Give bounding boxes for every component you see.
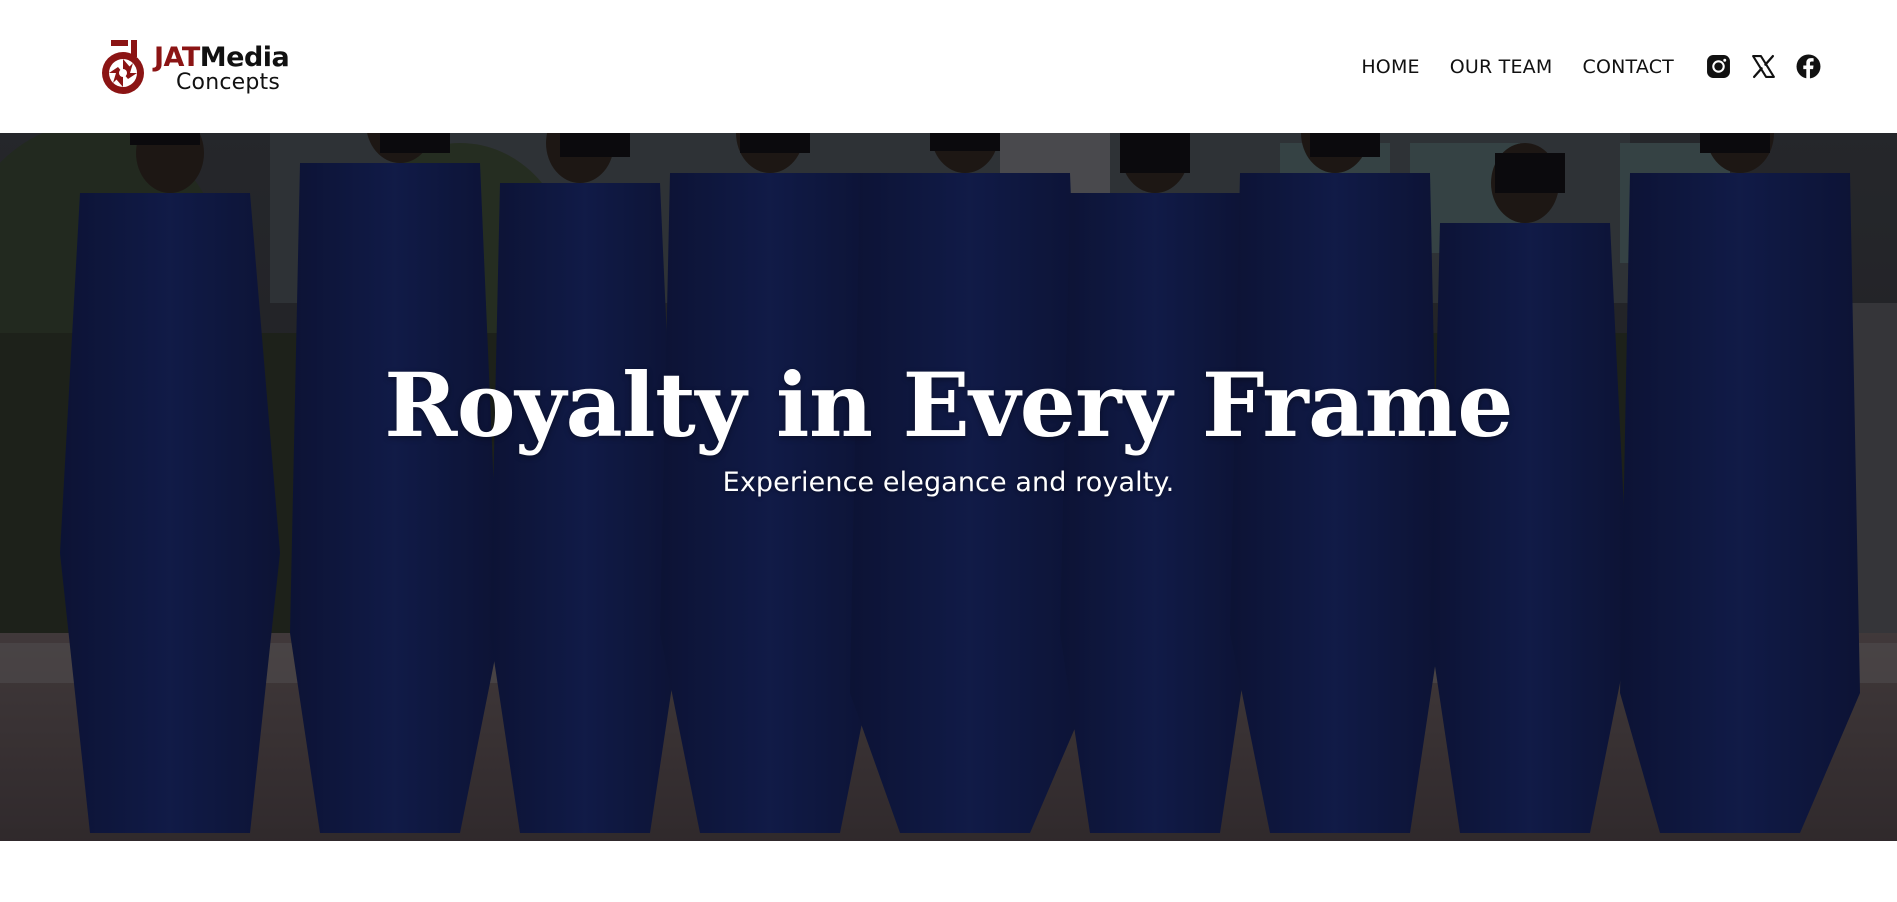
facebook-icon bbox=[1796, 54, 1821, 79]
instagram-link[interactable] bbox=[1706, 54, 1731, 79]
logo-brand-concepts: Concepts bbox=[176, 69, 281, 95]
x-twitter-link[interactable] bbox=[1751, 54, 1776, 79]
nav-home[interactable]: HOME bbox=[1361, 56, 1419, 78]
site-header: JATMedia Concepts HOME OUR TEAM CONTACT bbox=[0, 0, 1897, 133]
facebook-link[interactable] bbox=[1796, 54, 1821, 79]
social-links bbox=[1706, 54, 1821, 79]
x-twitter-icon bbox=[1752, 54, 1775, 79]
hero-title: Royalty in Every Frame bbox=[384, 353, 1513, 457]
site-logo[interactable]: JATMedia Concepts bbox=[100, 37, 290, 97]
nav-our-team[interactable]: OUR TEAM bbox=[1450, 56, 1553, 78]
logo-wordmark: JATMedia bbox=[154, 41, 290, 73]
main-nav: HOME OUR TEAM CONTACT bbox=[1361, 56, 1674, 78]
nav-contact[interactable]: CONTACT bbox=[1582, 56, 1674, 78]
hero-content: Royalty in Every Frame Experience elegan… bbox=[0, 361, 1897, 498]
camera-aperture-logo-icon bbox=[102, 39, 144, 94]
below-hero-area bbox=[0, 841, 1897, 902]
header-right: HOME OUR TEAM CONTACT bbox=[1361, 54, 1821, 79]
logo-brand-jat: JAT bbox=[154, 41, 200, 73]
instagram-icon bbox=[1707, 55, 1730, 78]
logo-brand-media: Media bbox=[199, 41, 290, 73]
hero-section: Royalty in Every Frame Experience elegan… bbox=[0, 133, 1897, 841]
hero-subtitle: Experience elegance and royalty. bbox=[722, 467, 1175, 498]
